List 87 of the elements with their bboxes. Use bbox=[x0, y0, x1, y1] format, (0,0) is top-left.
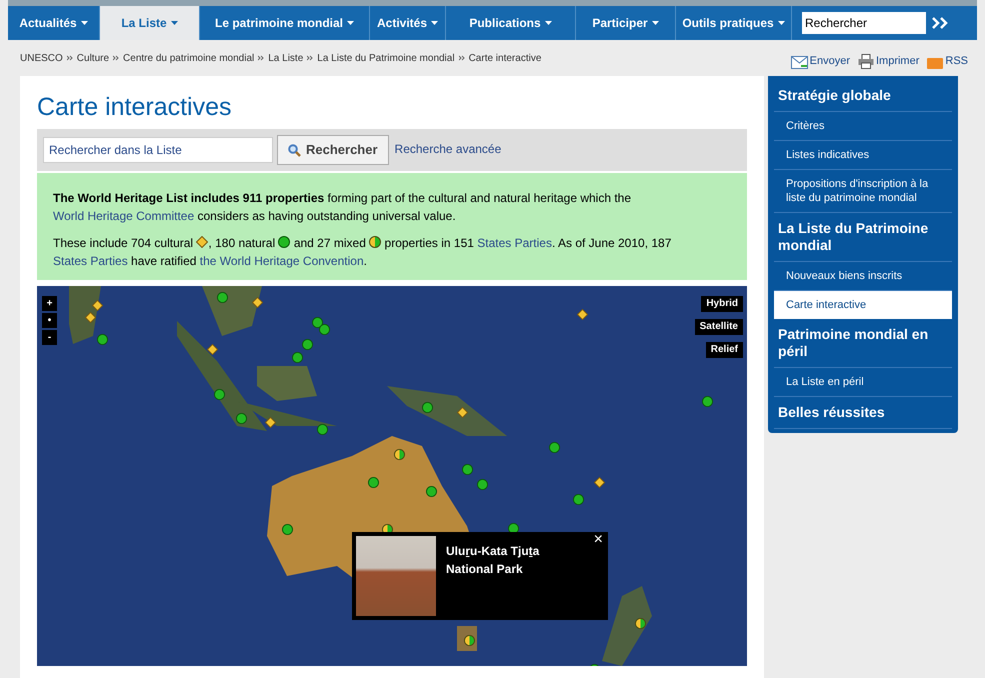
caret-icon bbox=[80, 21, 88, 25]
breadcrumb-link[interactable]: Centre du patrimoine mondial bbox=[123, 50, 254, 66]
circle-marker-icon bbox=[368, 477, 379, 488]
chevron-icon bbox=[307, 55, 314, 61]
envelope-icon bbox=[790, 56, 808, 70]
sidebar-item[interactable]: La Liste en péril bbox=[774, 368, 952, 397]
caret-icon bbox=[778, 21, 785, 25]
info-paragraph: The World Heritage List includes 911 properties forming part of the cultural and natural heritage which the World Heritage Committee considers as having outstanding universal value. bbox=[53, 190, 632, 225]
chevron-icon bbox=[258, 55, 264, 61]
site-search-field[interactable]: Rechercher bbox=[802, 12, 926, 34]
diamond-marker-icon bbox=[196, 236, 208, 248]
chevron-icon bbox=[458, 55, 465, 61]
diamond-marker-icon bbox=[594, 477, 605, 488]
print-link[interactable]: Imprimer bbox=[858, 52, 920, 70]
circle-marker-icon bbox=[97, 334, 108, 345]
advanced-search-link[interactable]: Recherche avancée bbox=[394, 140, 502, 158]
map-type-button[interactable]: Hybrid bbox=[701, 296, 743, 312]
split-marker-icon bbox=[635, 618, 646, 629]
sidebar-item[interactable]: Listes indicatives bbox=[774, 141, 952, 170]
caret-icon bbox=[431, 21, 438, 25]
search-icon bbox=[288, 144, 301, 156]
breadcrumb-link[interactable]: La Liste bbox=[268, 50, 304, 66]
search-button[interactable]: Rechercher bbox=[277, 135, 389, 165]
diamond-marker-icon bbox=[207, 344, 218, 355]
split-marker-icon bbox=[394, 449, 405, 460]
info-paragraph: These include 704 cultural , 180 natural and 27 mixed properties in 151 States Parties. As of June 2010, 187 States Parties have ratified the World Heritage Convention. bbox=[53, 235, 672, 270]
circle-marker-icon bbox=[319, 324, 330, 335]
rss-link[interactable]: RSS bbox=[927, 52, 968, 70]
sidebar-item[interactable]: Propositions d'inscription à la liste du patrimoine mondial bbox=[774, 170, 952, 213]
forward-icon[interactable] bbox=[932, 17, 948, 29]
printer-icon bbox=[858, 54, 874, 70]
circle-marker-icon bbox=[422, 402, 433, 413]
sidebar-heading[interactable]: Belles réussites bbox=[774, 397, 952, 429]
split-marker-icon bbox=[464, 635, 475, 646]
circle-marker-icon bbox=[214, 389, 225, 400]
breadcrumb-link[interactable]: La Liste du Patrimoine mondial bbox=[317, 50, 455, 66]
circle-marker-icon bbox=[462, 464, 473, 475]
circle-marker-icon bbox=[312, 317, 323, 328]
text-link[interactable]: States Parties bbox=[477, 236, 552, 250]
circle-marker-icon bbox=[549, 442, 560, 453]
split-marker-icon bbox=[369, 236, 382, 248]
diamond-marker-icon bbox=[457, 407, 468, 418]
map-type-button[interactable]: Relief bbox=[706, 342, 743, 358]
circle-marker-icon bbox=[702, 396, 713, 407]
diamond-marker-icon bbox=[265, 417, 276, 428]
breadcrumb-link[interactable]: UNESCO bbox=[20, 50, 63, 66]
caret-icon bbox=[544, 21, 552, 25]
circle-marker-icon bbox=[573, 494, 584, 505]
sidebar-item[interactable]: Critères bbox=[774, 112, 952, 141]
circle-marker-icon bbox=[282, 524, 293, 535]
caret-icon bbox=[170, 21, 178, 25]
diamond-marker-icon bbox=[92, 300, 103, 311]
text-link[interactable]: States Parties bbox=[53, 254, 128, 268]
sidebar-heading[interactable]: Stratégie globale bbox=[774, 80, 952, 112]
rss-icon bbox=[927, 58, 944, 70]
send-link[interactable]: Envoyer bbox=[790, 52, 850, 70]
zoom-button[interactable]: + bbox=[42, 296, 57, 311]
nav-tab[interactable]: La Liste bbox=[100, 6, 200, 40]
circle-marker-icon bbox=[217, 292, 228, 303]
text-link[interactable]: World Heritage Committee bbox=[53, 209, 194, 223]
chevron-icon bbox=[66, 55, 73, 61]
map-type-button[interactable]: Satellite bbox=[694, 319, 743, 335]
circle-marker-icon bbox=[426, 486, 437, 497]
circle-marker-icon bbox=[477, 479, 488, 490]
popup-title: Uluṟu-Kata Tjuṯa National Park bbox=[446, 543, 540, 578]
close-button[interactable]: × bbox=[594, 532, 603, 548]
sidebar-item[interactable]: Carte interactive bbox=[774, 291, 952, 319]
circle-marker-icon bbox=[236, 413, 247, 424]
page-title: Carte interactives bbox=[37, 92, 233, 122]
circle-marker-icon bbox=[317, 424, 328, 435]
sidebar-heading[interactable]: Patrimoine mondial en péril bbox=[774, 319, 952, 368]
caret-icon bbox=[347, 21, 354, 25]
breadcrumb-link[interactable]: Culture bbox=[76, 50, 110, 66]
circle-marker-icon bbox=[278, 236, 290, 248]
text-link[interactable]: the World Heritage Convention bbox=[200, 254, 364, 268]
diamond-marker-icon bbox=[577, 309, 588, 320]
zoom-button[interactable]: • bbox=[42, 313, 57, 328]
circle-marker-icon bbox=[292, 352, 303, 363]
breadcrumb-link[interactable]: Carte interactive bbox=[468, 50, 542, 66]
search-field[interactable]: Rechercher dans la Liste bbox=[43, 137, 273, 163]
sidebar-heading[interactable]: La Liste du Patrimoine mondial bbox=[774, 213, 952, 262]
caret-icon bbox=[652, 21, 659, 25]
diamond-marker-icon bbox=[85, 312, 96, 323]
circle-marker-icon bbox=[302, 339, 313, 350]
diamond-marker-icon bbox=[252, 297, 263, 308]
zoom-button[interactable]: - bbox=[42, 330, 57, 345]
chevron-icon bbox=[113, 55, 120, 61]
